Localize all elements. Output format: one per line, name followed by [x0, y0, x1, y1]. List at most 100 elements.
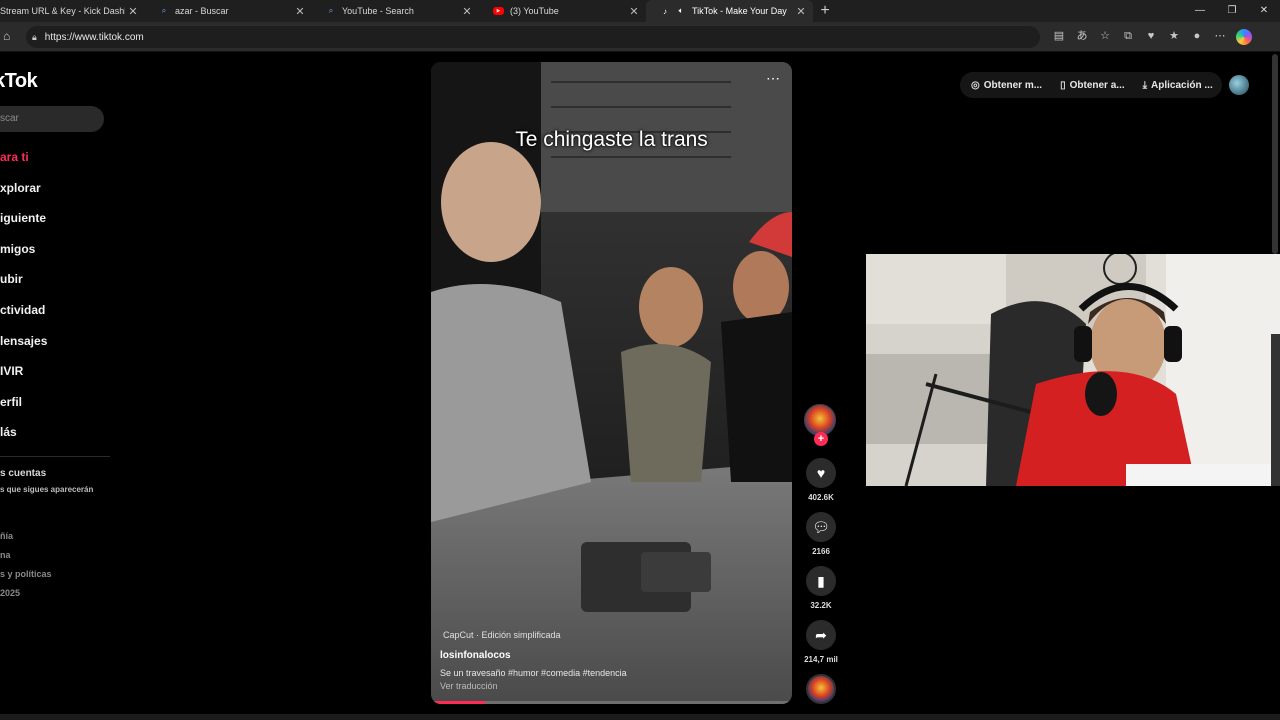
video-progress-bar[interactable] [431, 701, 792, 704]
comment-button[interactable]: 💬︎ 2166 [802, 512, 840, 556]
sidebar-item-perfil[interactable]: erfil [0, 392, 47, 423]
sidebar-item-live[interactable]: IVIR [0, 361, 47, 392]
video-player[interactable]: ⋯ Te chingaste la trans CapCut · Edición… [431, 62, 792, 704]
footer-link-program[interactable]: na [0, 550, 52, 569]
tiktok-sidebar: kTok scar ara ti xplorar iguiente migos … [0, 52, 115, 720]
get-coins-button[interactable]: ◎ Obtener m... [964, 74, 1049, 96]
capcut-label[interactable]: CapCut · Edición simplificada [443, 630, 561, 640]
following-accounts-title: s cuentas [0, 468, 47, 479]
bookmark-icon: ▮ [806, 566, 836, 596]
close-window-button[interactable]: ✕ [1248, 0, 1280, 22]
video-frame-illustration [431, 62, 792, 704]
tab-label: Stream URL & Key - Kick Dashbo [0, 6, 125, 16]
speaker-icon[interactable]: 🔈︎ [676, 6, 686, 16]
sidebar-item-siguiente[interactable]: iguiente [0, 208, 47, 239]
comment-icon: 💬︎ [806, 512, 836, 542]
sidebar-item-subir[interactable]: ubir [0, 269, 47, 300]
download-icon: ⤓ [1142, 79, 1148, 91]
search-input[interactable]: scar [0, 106, 104, 132]
desktop-app-label: Aplicación ... [1151, 79, 1213, 91]
tab-label: YouTube - Search [342, 6, 414, 16]
close-icon[interactable]: ✕ [459, 5, 475, 18]
home-icon[interactable]: ⌂ [3, 29, 17, 43]
browser-essentials-icon[interactable]: ♥ [1144, 29, 1158, 43]
more-options-icon[interactable]: ⋯ [766, 70, 780, 87]
favorites-icon[interactable]: ★ [1167, 29, 1181, 43]
tab-label: TikTok - Make Your Day [692, 6, 787, 16]
share-icon: ➦ [806, 620, 836, 650]
close-icon[interactable]: ✕ [626, 5, 642, 18]
music-disc-icon[interactable] [806, 674, 836, 704]
comment-count: 2166 [812, 547, 830, 556]
heart-icon: ♥ [806, 458, 836, 488]
browser-toolbar: ▤ あ ☆ ⧉ ♥ ★ ● ⋯ [1052, 29, 1252, 45]
webcam-overlay [866, 254, 1280, 486]
video-progress-fill [431, 701, 486, 704]
tab-tiktok[interactable]: ♪ 🔈︎ TikTok - Make Your Day ✕ [646, 0, 813, 22]
close-icon[interactable]: ✕ [292, 5, 308, 18]
minimize-button[interactable]: — [1184, 0, 1216, 22]
footer-link-terms[interactable]: s y políticas [0, 569, 52, 588]
close-icon[interactable]: ✕ [793, 5, 809, 18]
translate-icon[interactable]: あ [1075, 29, 1089, 43]
tab-youtube[interactable]: ▶ (3) YouTube ✕ [479, 0, 646, 22]
coin-icon: ◎ [971, 79, 980, 91]
share-count: 214,7 mil [804, 655, 838, 664]
tab-kick[interactable]: Stream URL & Key - Kick Dashbo ✕ [0, 0, 145, 22]
sidebar-item-amigos[interactable]: migos [0, 239, 47, 270]
tab-label: azar - Buscar [175, 6, 229, 16]
share-button[interactable]: ➦ 214,7 mil [802, 620, 840, 664]
like-button[interactable]: ♥ 402.6K [802, 458, 840, 502]
see-translation-link[interactable]: Ver traducción [440, 681, 498, 691]
save-button[interactable]: ▮ 32.2K [802, 566, 840, 610]
sidebar-item-para-ti[interactable]: ara ti [0, 147, 47, 178]
top-actions: ◎ Obtener m... ▯ Obtener a... ⤓ Aplicación … [964, 74, 1220, 96]
lock-icon[interactable]: 🔒︎ [32, 32, 37, 43]
footer-link-company[interactable]: ñía [0, 531, 52, 550]
reading-view-icon[interactable]: ▤ [1052, 29, 1066, 43]
tab-youtube-search[interactable]: ⌕ YouTube - Search ✕ [312, 0, 479, 22]
follow-plus-icon[interactable]: + [814, 432, 828, 446]
user-avatar[interactable] [1229, 75, 1249, 95]
more-icon[interactable]: ⋯ [1213, 29, 1227, 43]
address-bar-row: ⌂ 🔒︎ https://www.tiktok.com ▤ あ ☆ ⧉ ♥ ★ … [0, 22, 1280, 52]
taskbar-edge [0, 714, 1280, 720]
page-scrollbar[interactable] [1272, 54, 1278, 254]
search-icon: ⌕ [161, 6, 167, 15]
tiktok-logo[interactable]: kTok [0, 70, 38, 93]
url-text: https://www.tiktok.com [44, 31, 144, 43]
sidebar-item-mensajes[interactable]: lensajes [0, 331, 47, 362]
favorite-star-icon[interactable]: ☆ [1098, 29, 1112, 43]
sidebar-divider [0, 456, 110, 457]
copilot-icon[interactable] [1236, 29, 1252, 45]
phone-icon: ▯ [1060, 79, 1066, 91]
save-count: 32.2K [810, 601, 832, 610]
profile-icon[interactable]: ● [1190, 29, 1204, 43]
new-tab-button[interactable]: + [813, 0, 837, 22]
sidebar-nav: ara ti xplorar iguiente migos ubir ctivi… [0, 147, 47, 453]
search-icon: ⌕ [328, 6, 334, 15]
tiktok-icon: ♪ [663, 6, 667, 16]
desktop-app-button[interactable]: ⤓ Aplicación ... [1136, 74, 1220, 96]
youtube-icon: ▶ [493, 7, 504, 15]
tab-azar[interactable]: ⌕ azar - Buscar ✕ [145, 0, 312, 22]
get-app-button[interactable]: ▯ Obtener a... [1053, 74, 1132, 96]
window-controls: — ❐ ✕ [1184, 0, 1280, 22]
get-coins-label: Obtener m... [983, 79, 1043, 91]
extensions-icon[interactable]: ⧉ [1121, 29, 1135, 43]
video-caption: Te chingaste la trans [515, 128, 708, 151]
tab-label: (3) YouTube [510, 6, 559, 16]
get-app-label: Obtener a... [1069, 79, 1125, 91]
sidebar-item-explorar[interactable]: xplorar [0, 178, 47, 209]
sidebar-item-actividad[interactable]: ctividad [0, 300, 47, 331]
video-description: Se un travesaño #humor #comedia #tendenc… [440, 668, 627, 678]
close-icon[interactable]: ✕ [125, 5, 141, 18]
restore-button[interactable]: ❐ [1216, 0, 1248, 22]
url-field[interactable]: 🔒︎ https://www.tiktok.com [26, 26, 1040, 48]
footer-copyright: 2025 [0, 588, 21, 598]
sidebar-item-mas[interactable]: lás [0, 422, 47, 453]
sidebar-footer: ñía na s y políticas 2025 [0, 531, 52, 607]
following-accounts-subtitle: s que sigues aparecerán [0, 485, 94, 494]
like-count: 402.6K [808, 493, 834, 502]
video-author[interactable]: losinfonalocos [440, 650, 511, 661]
